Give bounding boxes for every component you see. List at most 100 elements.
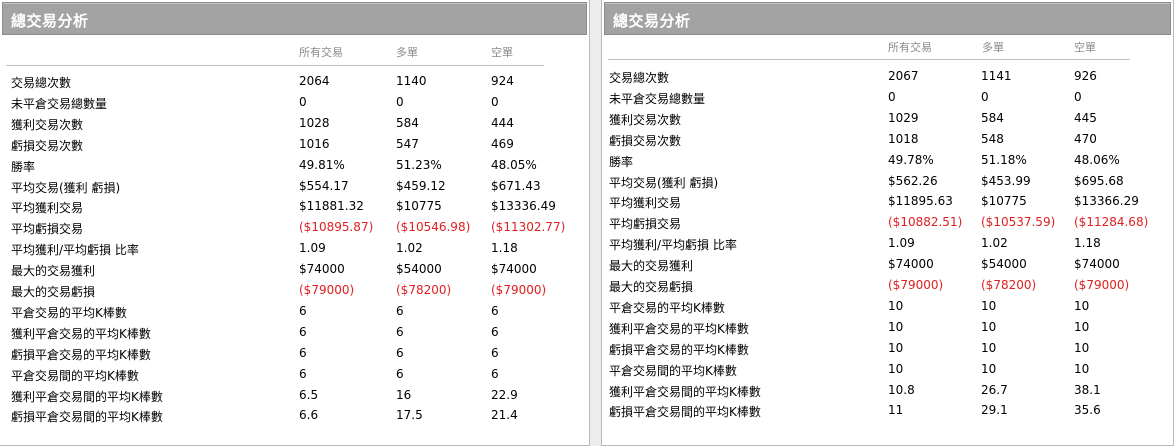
value-all: 6.6 — [299, 408, 319, 423]
value-all: 6 — [299, 303, 307, 318]
value-long: 10 — [981, 340, 997, 355]
table-row: 平均獲利交易 $11881.32 $10775 $13336.49 — [0, 199, 589, 220]
row-label: 平均獲利交易 — [609, 196, 682, 211]
value-long: $459.12 — [396, 178, 446, 193]
row-label: 最大的交易虧損 — [609, 280, 694, 294]
value-long: 10 — [981, 298, 997, 313]
value-short: 21.4 — [491, 408, 518, 423]
panel-title: 總交易分析 — [11, 12, 89, 30]
value-short: 0 — [1074, 89, 1082, 104]
value-all: $11881.32 — [299, 199, 364, 214]
value-short: $74000 — [491, 262, 537, 277]
value-long: 1.02 — [396, 241, 423, 256]
table-row: 平倉交易的平均K棒數 10 10 10 — [602, 299, 1173, 320]
panel-title: 總交易分析 — [613, 12, 691, 30]
value-all: 49.81% — [299, 157, 345, 172]
value-all: $554.17 — [299, 178, 349, 193]
value-all: 1018 — [888, 131, 919, 146]
table-row: 平均交易(獲利 虧損) $562.26 $453.99 $695.68 — [602, 174, 1173, 195]
row-label: 獲利平倉交易間的平均K棒數 — [11, 389, 163, 404]
value-long: 584 — [396, 115, 419, 130]
value-long: $54000 — [981, 257, 1027, 272]
value-short: 469 — [491, 136, 514, 151]
table-row: 虧損平倉交易的平均K棒數 10 10 10 — [602, 341, 1173, 362]
row-label: 交易總次數 — [11, 76, 72, 90]
value-all: 10.8 — [888, 382, 915, 397]
value-short: ($11284.68) — [1074, 215, 1149, 230]
table-row: 獲利平倉交易的平均K棒數 6 6 6 — [0, 325, 589, 346]
value-all: 10 — [888, 340, 904, 355]
row-label: 最大的交易獲利 — [11, 264, 96, 279]
table-row: 獲利平倉交易間的平均K棒數 10.8 26.7 38.1 — [602, 383, 1173, 404]
value-short: 6 — [491, 345, 499, 360]
row-label: 平均虧損交易 — [609, 217, 682, 232]
right-trade-analysis-panel: 總交易分析 所有交易 多單 空單 交易總次數 2067 1141 926 未平倉交易總數… — [601, 0, 1174, 446]
value-long: 51.18% — [981, 152, 1027, 167]
value-long: ($78200) — [396, 283, 452, 297]
table-row: 勝率 49.78% 51.18% 48.06% — [602, 153, 1173, 174]
row-label: 未平倉交易總數量 — [11, 96, 108, 111]
row-label: 獲利交易次數 — [609, 112, 682, 127]
row-label: 平均交易(獲利 虧損) — [609, 175, 719, 190]
value-short: $671.43 — [491, 178, 541, 193]
panel-header: 總交易分析 — [2, 2, 587, 35]
row-label: 虧損平倉交易的平均K棒數 — [609, 342, 749, 357]
table-row: 最大的交易虧損 ($79000) ($78200) ($79000) — [602, 278, 1173, 299]
value-short: $695.68 — [1074, 173, 1124, 188]
value-all: $74000 — [299, 262, 345, 277]
value-long: 6 — [396, 345, 404, 360]
value-long: 1141 — [981, 69, 1012, 83]
table-row: 獲利平倉交易間的平均K棒數 6.5 16 22.9 — [0, 388, 589, 409]
value-short: 10 — [1074, 298, 1090, 313]
value-all: 1016 — [299, 136, 330, 151]
row-label: 平均獲利/平均虧損 比率 — [609, 238, 737, 253]
value-all: 2064 — [299, 74, 330, 88]
table-row: 平倉交易的平均K棒數 6 6 6 — [0, 304, 589, 325]
table-row: 平倉交易間的平均K棒數 10 10 10 — [602, 362, 1173, 383]
row-label: 獲利交易次數 — [11, 117, 84, 132]
header-rule — [6, 65, 544, 66]
value-all: 6 — [299, 366, 307, 381]
row-label: 勝率 — [11, 159, 36, 174]
value-short: $13366.29 — [1074, 194, 1139, 209]
value-long: 51.23% — [396, 157, 442, 172]
value-long: 6 — [396, 303, 404, 318]
row-label: 平倉交易間的平均K棒數 — [609, 363, 737, 378]
column-header-all: 所有交易 — [888, 41, 932, 54]
table-row: 最大的交易獲利 $74000 $54000 $74000 — [0, 262, 589, 283]
value-long: 547 — [396, 136, 419, 151]
value-all: 1028 — [299, 115, 330, 130]
value-short: 10 — [1074, 361, 1090, 376]
value-long: $54000 — [396, 262, 442, 277]
value-short: 470 — [1074, 131, 1097, 146]
column-header-short: 空單 — [1074, 41, 1096, 54]
table-row: 虧損平倉交易的平均K棒數 6 6 6 — [0, 346, 589, 367]
value-short: 1.18 — [491, 241, 518, 256]
row-label: 平均虧損交易 — [11, 222, 84, 237]
value-short: ($79000) — [491, 283, 547, 297]
value-long: 584 — [981, 110, 1004, 125]
value-long: 16 — [396, 387, 412, 402]
value-long: 10 — [981, 319, 997, 334]
value-short: ($79000) — [1074, 278, 1130, 292]
value-all: 6.5 — [299, 387, 319, 402]
table-row: 虧損平倉交易間的平均K棒數 11 29.1 35.6 — [602, 403, 1173, 424]
value-long: 1140 — [396, 74, 427, 88]
value-long: $10775 — [396, 199, 442, 214]
row-label: 虧損平倉交易間的平均K棒數 — [11, 410, 163, 425]
value-all: 6 — [299, 345, 307, 360]
row-label: 虧損交易次數 — [11, 138, 84, 153]
row-label: 平均交易(獲利 虧損) — [11, 180, 121, 195]
table-row: 交易總次數 2064 1140 924 — [0, 74, 589, 95]
value-all: ($79000) — [299, 283, 355, 297]
value-all: $74000 — [888, 257, 934, 272]
table-row: 最大的交易虧損 ($79000) ($78200) ($79000) — [0, 283, 589, 304]
value-long: ($10546.98) — [396, 220, 471, 235]
value-long: 6 — [396, 366, 404, 381]
value-short: 38.1 — [1074, 382, 1101, 397]
row-label: 平倉交易的平均K棒數 — [609, 300, 725, 315]
table-row: 平均交易(獲利 虧損) $554.17 $459.12 $671.43 — [0, 179, 589, 200]
value-all: 2067 — [888, 69, 919, 83]
value-short: 22.9 — [491, 387, 518, 402]
row-label: 交易總次數 — [609, 71, 670, 85]
